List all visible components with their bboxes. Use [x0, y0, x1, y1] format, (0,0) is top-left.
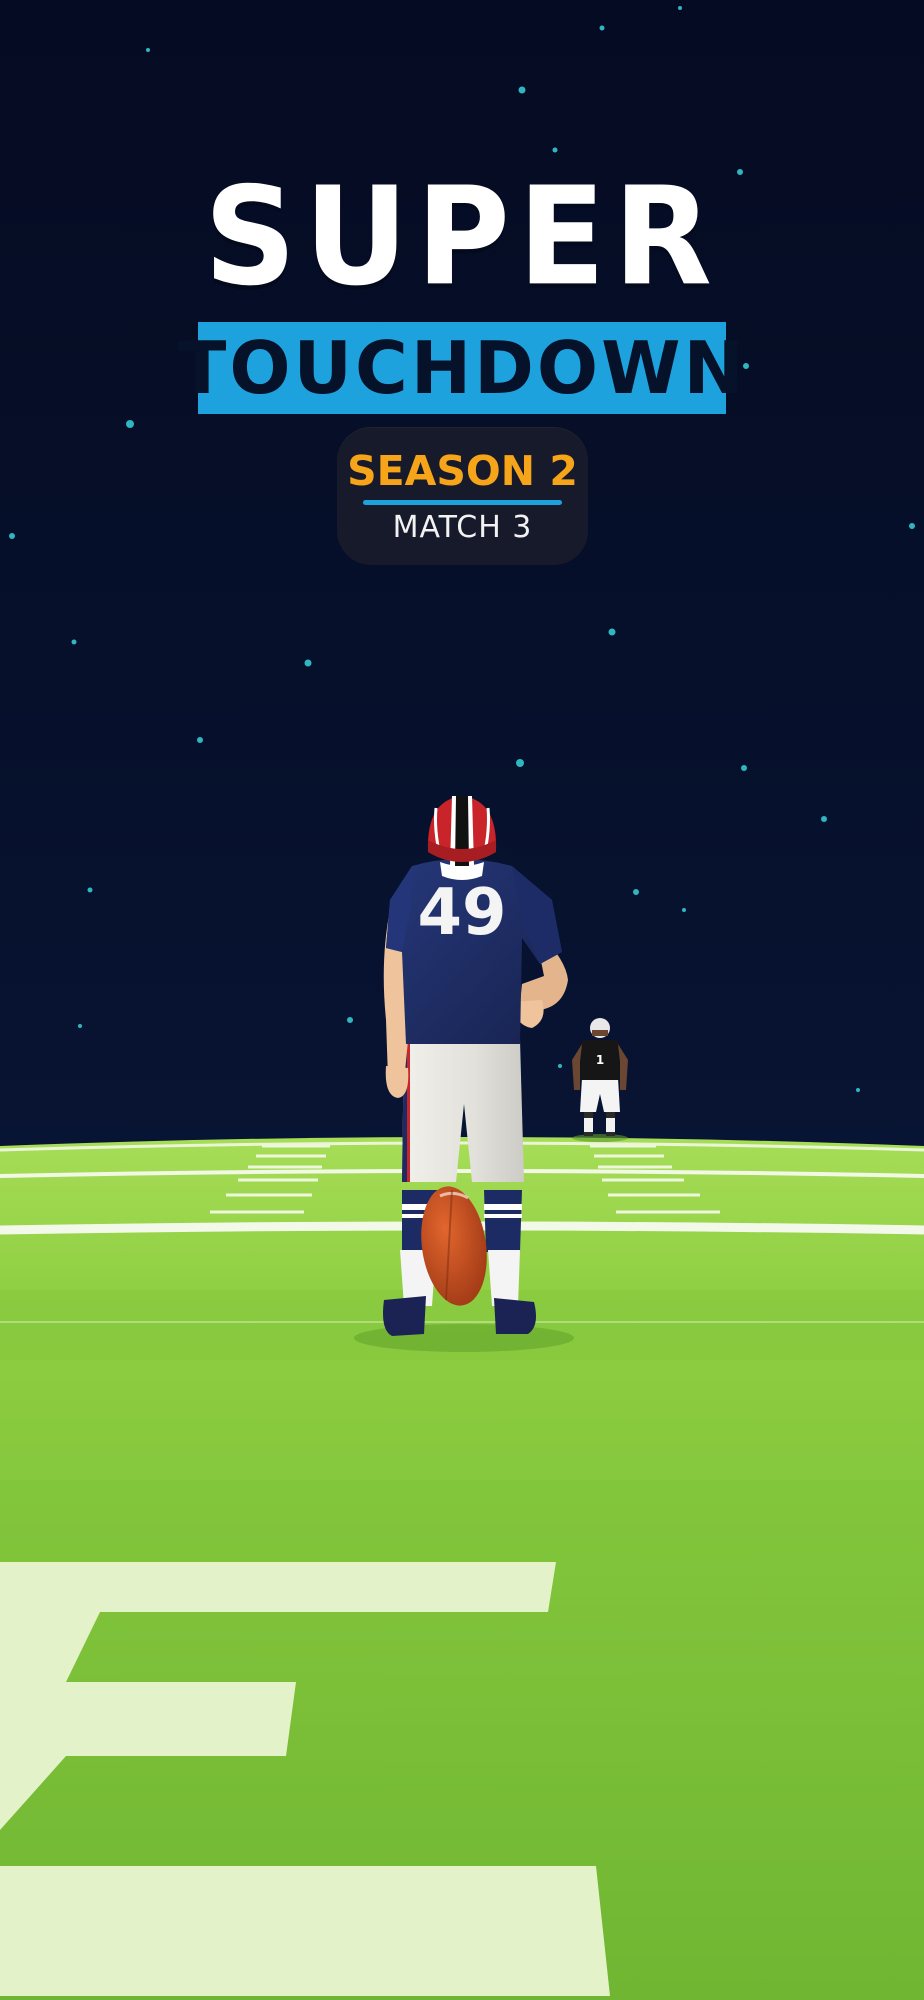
match-label: MATCH 3	[392, 510, 533, 545]
game-title: SUPER TOUCHDOWN	[0, 158, 924, 418]
season-divider	[363, 500, 562, 505]
season-match-panel: SEASON 2 MATCH 3	[337, 427, 588, 565]
kicker-jersey-number: 49	[417, 876, 506, 950]
title-line-super: SUPER	[204, 158, 720, 317]
season-label: SEASON 2	[347, 447, 578, 495]
title-banner: TOUCHDOWN	[177, 322, 747, 414]
title-line-touchdown: TOUCHDOWN	[177, 326, 747, 410]
opponent-jersey-number: 1	[596, 1053, 604, 1067]
